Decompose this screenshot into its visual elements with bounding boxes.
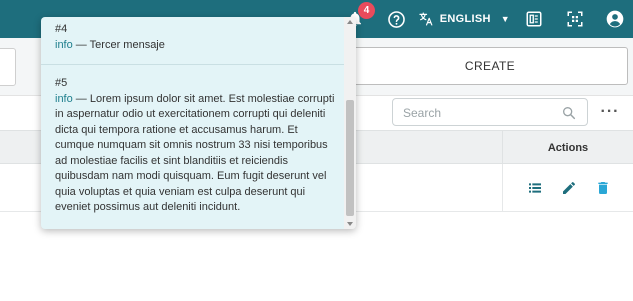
scroll-down-arrow-icon[interactable] [347,222,353,226]
search-icon[interactable] [561,105,577,121]
language-label: ENGLISH [439,13,491,25]
catalog-button[interactable] [522,0,546,38]
search-box [392,98,588,126]
notification-message: Tercer mensaje [89,38,165,51]
notification-number: #4 [55,23,68,35]
notification-count-badge: 4 [358,2,375,19]
column-divider [502,164,503,212]
notification-number: #5 [55,77,68,89]
account-circle-icon [606,10,624,28]
notification-item[interactable]: #5 info — Lorem ipsum dolor sit amet. Es… [55,76,339,216]
book-icon [526,11,542,27]
help-button[interactable] [384,0,408,38]
help-icon [387,10,405,28]
notification-level: info [55,38,73,51]
qr-scan-icon [567,11,583,27]
search-input[interactable] [403,104,553,122]
delete-trash-icon[interactable] [595,180,611,196]
more-options-icon[interactable]: ··· [598,100,622,124]
notification-level: info [55,92,73,105]
scroll-up-arrow-icon[interactable] [347,20,353,24]
list-icon[interactable] [527,180,543,196]
scrollbar-thumb[interactable] [346,100,354,216]
notification-divider [41,64,344,65]
notifications-popup: #4 info — Tercer mensaje #5 info — Lorem… [41,17,356,229]
chevron-down-icon: ▼ [500,14,510,24]
notification-item[interactable]: #4 info — Tercer mensaje [55,22,339,53]
edit-pencil-icon[interactable] [561,180,577,196]
secondary-action-button[interactable] [0,48,16,86]
notification-separator: — [72,92,90,105]
popup-scrollbar[interactable] [344,17,356,229]
language-selector[interactable]: ENGLISH ▼ [418,0,510,38]
scan-button[interactable] [563,0,587,38]
actions-column-header: Actions [547,142,589,154]
notification-separator: — [72,38,90,51]
user-account-button[interactable] [603,0,627,38]
notification-message: Lorem ipsum dolor sit amet. Est molestia… [55,92,335,214]
translate-icon [419,12,433,26]
create-button[interactable]: CREATE [352,47,628,85]
